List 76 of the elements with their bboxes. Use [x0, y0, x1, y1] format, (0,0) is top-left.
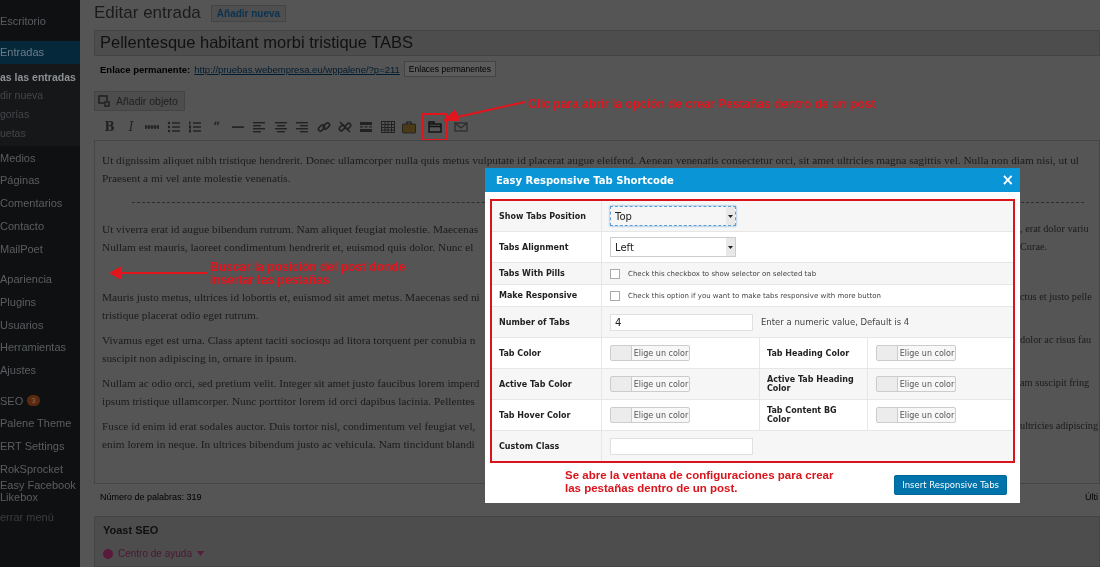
menu-item[interactable]: Medios	[0, 146, 80, 170]
highlighted-toolbar-button[interactable]	[423, 115, 446, 139]
table-icon	[380, 120, 395, 134]
menu-item[interactable]: Easy Facebook Likebox	[0, 480, 80, 503]
media-icon	[98, 94, 112, 108]
color-picker-button[interactable]: Elige un color	[610, 345, 690, 361]
color-picker-button[interactable]: Elige un color	[876, 376, 956, 392]
menu-item[interactable]: Plugins	[0, 290, 80, 314]
text-field[interactable]	[610, 437, 753, 455]
permalinks-button[interactable]: Enlaces permanentes	[403, 61, 497, 77]
bulleted-list-icon	[166, 120, 181, 134]
field-label: Active Tab Color	[499, 379, 572, 389]
unlink-icon	[338, 120, 352, 134]
word-count: Número de palabras: 319	[100, 492, 202, 502]
numbered-list-icon	[188, 120, 203, 134]
align-left-icon	[252, 120, 267, 134]
field-label: Make Responsive	[499, 291, 578, 300]
menu-item[interactable]: Usuarios	[0, 313, 80, 336]
dialog-title: Easy Responsive Tab Shortcode	[496, 174, 674, 186]
menu-item[interactable]: RokSprocket	[0, 457, 80, 481]
color-picker-button[interactable]: Elige un color	[876, 345, 956, 361]
page-title: Editar entrada	[94, 3, 201, 23]
briefcase-icon	[402, 120, 417, 134]
menu-item[interactable]: MailPoet	[0, 237, 80, 260]
link-icon	[316, 120, 331, 134]
field-label: Custom Class	[499, 441, 560, 451]
checkbox[interactable]	[610, 268, 620, 279]
last-edited-text: Últi	[1085, 492, 1098, 502]
field-hint: Enter a numeric value, Default is 4	[761, 317, 910, 327]
help-icon	[103, 548, 113, 559]
field-label: Tabs With Pills	[499, 269, 565, 278]
read-more-icon	[359, 120, 374, 134]
align-right-icon	[295, 120, 310, 134]
align-center-icon	[273, 120, 288, 134]
field-label: Tab Heading Color	[767, 348, 850, 358]
menu-item[interactable]: Páginas	[0, 169, 80, 192]
field-label: Tab Content BG Color	[767, 406, 838, 424]
field-label: Number of Tabs	[499, 317, 570, 327]
color-picker-button[interactable]: Elige un color	[610, 407, 690, 423]
menu-item[interactable]: Entradas	[0, 40, 80, 64]
dropdown-arrow-icon	[726, 238, 735, 256]
select-field[interactable]: Left	[610, 237, 736, 257]
insert-button[interactable]: Insert Responsive Tabs	[894, 475, 1007, 495]
checkbox[interactable]	[610, 290, 620, 301]
permalink-label: Enlace permanente:	[100, 63, 191, 75]
field-label: Show Tabs Position	[499, 211, 586, 221]
field-label: Active Tab Heading Color	[767, 375, 855, 393]
number-field[interactable]: 4	[610, 313, 753, 331]
menu-item[interactable]: Herramientas	[0, 335, 80, 359]
menu-item[interactable]: Escritorio	[0, 10, 80, 33]
toolbar-button[interactable]: “	[205, 117, 228, 137]
select-field[interactable]: Top	[610, 206, 736, 226]
field-label: Tab Color	[499, 348, 541, 358]
permalink-link[interactable]: http://pruebas.webempresa.eu/wppalene/?p=211	[194, 63, 400, 75]
menu-item[interactable]: Ajustes	[0, 358, 80, 382]
submenu-item[interactable]: as las entradas	[0, 67, 80, 87]
color-picker-button[interactable]: Elige un color	[876, 407, 956, 423]
menu-item[interactable]: Comentarios	[0, 191, 80, 215]
panel-title: Yoast SEO	[103, 524, 160, 536]
menu-item[interactable]: ERT Settings	[0, 434, 80, 458]
field-label: Tab Hover Color	[499, 410, 571, 420]
envelope-icon	[453, 120, 468, 134]
close-button[interactable]: ×	[1001, 171, 1014, 189]
menu-item[interactable]: Contacto	[0, 214, 80, 238]
menu-item[interactable]: Apariencia	[0, 267, 80, 291]
color-picker-button[interactable]: Elige un color	[610, 376, 690, 392]
annotation-text: Clic para abrir la opción de crear Pestañas dentro de un post	[528, 97, 876, 111]
field-label: Tabs Alignment	[499, 242, 569, 252]
caret-icon	[196, 551, 204, 556]
annotation-text: Se abre la ventana de configuraciones para crear las pestañas dentro de un post.	[565, 469, 835, 495]
dropdown-arrow-icon	[726, 207, 735, 225]
title-field[interactable]: Pellentesque habitant morbi tristique TABS	[94, 30, 1100, 56]
add-new-button[interactable]: Añadir nueva	[210, 4, 287, 22]
annotation-text: Buscar la posición del post donde insertar las pestañas	[210, 261, 407, 287]
menu-item[interactable]: Palene Theme	[0, 412, 80, 435]
tabs-icon	[427, 120, 442, 134]
